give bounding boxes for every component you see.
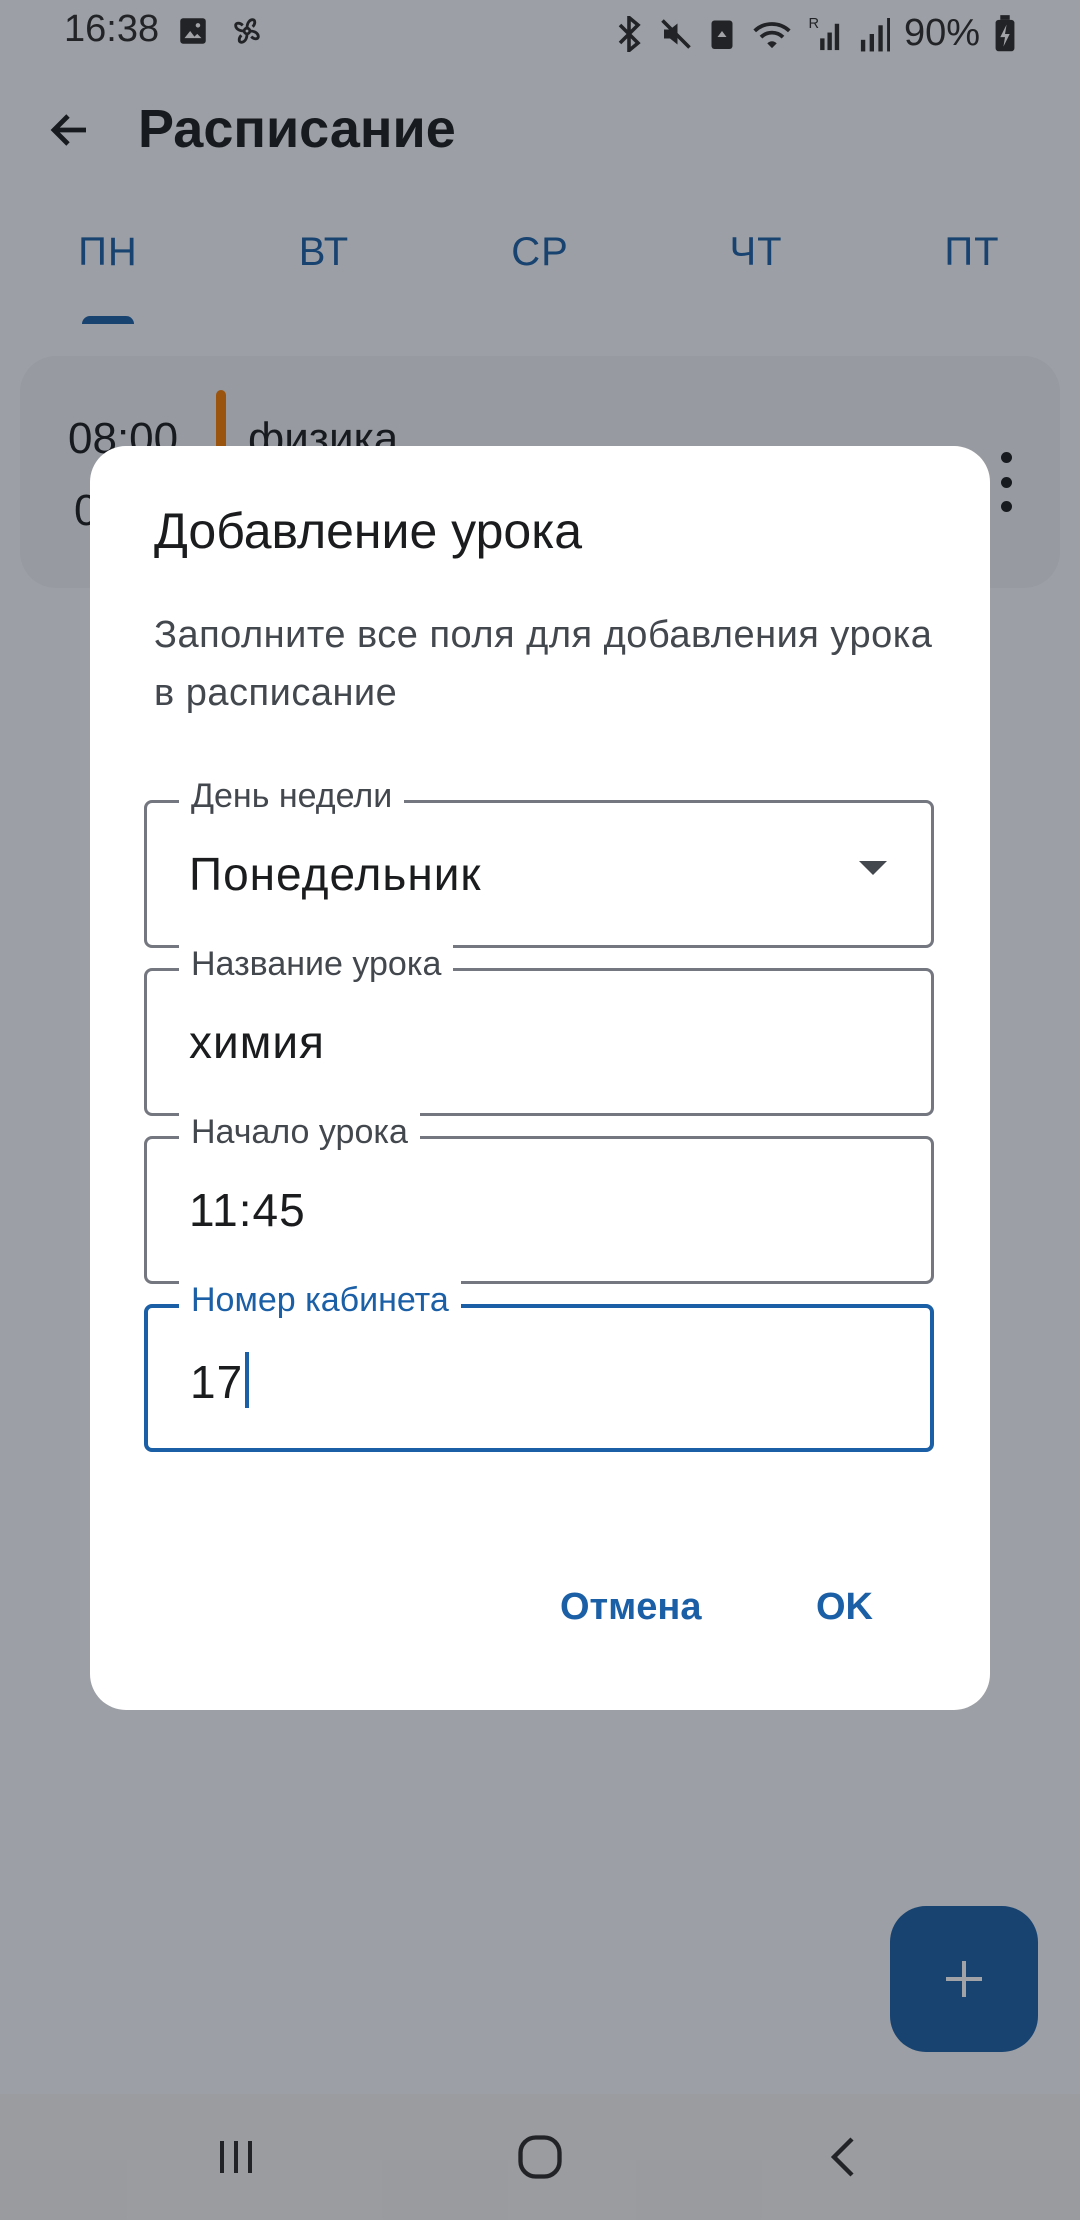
lesson-name-value: химия	[189, 1016, 325, 1068]
lesson-name-label: Название урока	[179, 945, 454, 984]
day-of-week-value: Понедельник	[189, 848, 482, 900]
dropdown-arrow-icon[interactable]	[859, 861, 887, 875]
cancel-button[interactable]: Отмена	[560, 1586, 702, 1629]
lesson-start-field[interactable]: Начало урока 11:45	[144, 1113, 934, 1284]
dialog-supporting-text: Заполните все поля для добавления урока …	[154, 614, 933, 714]
room-number-label: Номер кабинета	[179, 1281, 461, 1320]
day-of-week-select[interactable]: День недели Понедельник	[144, 777, 934, 948]
text-caret	[245, 1352, 250, 1408]
dialog-title: Добавление урока	[154, 503, 583, 559]
app-screen: 16:38 R 90% Расписание ПН ВТ СР ЧТ ПТ 08…	[0, 0, 1080, 2220]
lesson-start-label: Начало урока	[179, 1113, 420, 1152]
lesson-start-value: 11:45	[189, 1184, 306, 1236]
room-number-value: 17	[190, 1356, 244, 1408]
day-of-week-label: День недели	[179, 777, 405, 816]
room-number-field[interactable]: Номер кабинета 17	[144, 1281, 934, 1452]
lesson-name-field[interactable]: Название урока химия	[144, 945, 934, 1116]
ok-button[interactable]: OK	[816, 1586, 873, 1629]
room-number-input[interactable]: 17	[190, 1352, 250, 1409]
add-lesson-dialog: Добавление урока Заполните все поля для …	[90, 446, 990, 1710]
